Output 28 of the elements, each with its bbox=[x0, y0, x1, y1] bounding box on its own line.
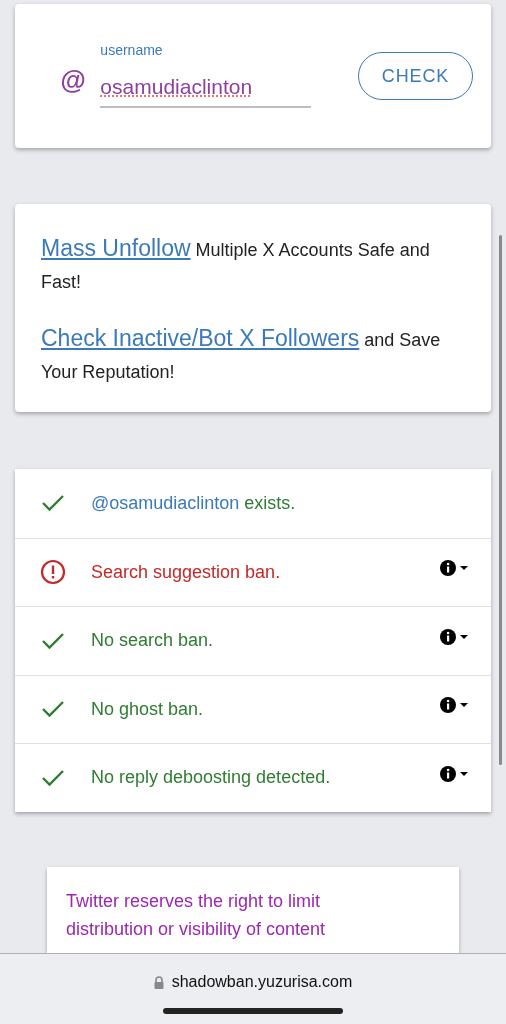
result-handle: @osamudiaclinton bbox=[91, 491, 240, 515]
field-label: username bbox=[100, 40, 164, 60]
info-toggle[interactable] bbox=[439, 559, 469, 578]
check-icon bbox=[41, 494, 65, 513]
lock-icon bbox=[153, 975, 164, 989]
result-text: No search ban. bbox=[91, 629, 214, 653]
field-value: osamudiaclinton bbox=[100, 73, 254, 100]
check-icon bbox=[41, 700, 65, 719]
promo-link[interactable]: Check Inactive/Bot X Followers bbox=[41, 325, 360, 351]
username-field[interactable]: username osamudiaclinton bbox=[100, 39, 312, 109]
promo-text: Check Inactive/Bot X Followers and Save Your Reputation! bbox=[41, 324, 442, 384]
notice-text: distribution or visibility of content bbox=[66, 917, 327, 941]
at-prefix: @ bbox=[60, 63, 86, 97]
info-toggle[interactable] bbox=[439, 627, 469, 646]
result-text: Search suggestion ban. bbox=[91, 560, 281, 584]
info-toggle[interactable] bbox=[439, 764, 469, 783]
check-icon bbox=[41, 768, 65, 787]
promo-link[interactable]: Mass Unfollow bbox=[41, 235, 191, 261]
check-icon bbox=[41, 631, 65, 650]
result-text: exists. bbox=[244, 491, 296, 515]
info-toggle[interactable] bbox=[439, 696, 469, 715]
alert-icon bbox=[40, 559, 66, 586]
scrollbar[interactable] bbox=[499, 235, 502, 765]
result-text: No ghost ban. bbox=[91, 697, 204, 721]
notice-text: Twitter reserves the right to limit bbox=[66, 889, 322, 913]
promo-text: Mass Unfollow Multiple X Accounts Safe and Fast! bbox=[41, 234, 431, 294]
url-text[interactable]: shadowban.yuzurisa.com bbox=[171, 970, 353, 994]
result-text: No reply deboosting detected. bbox=[91, 766, 331, 790]
